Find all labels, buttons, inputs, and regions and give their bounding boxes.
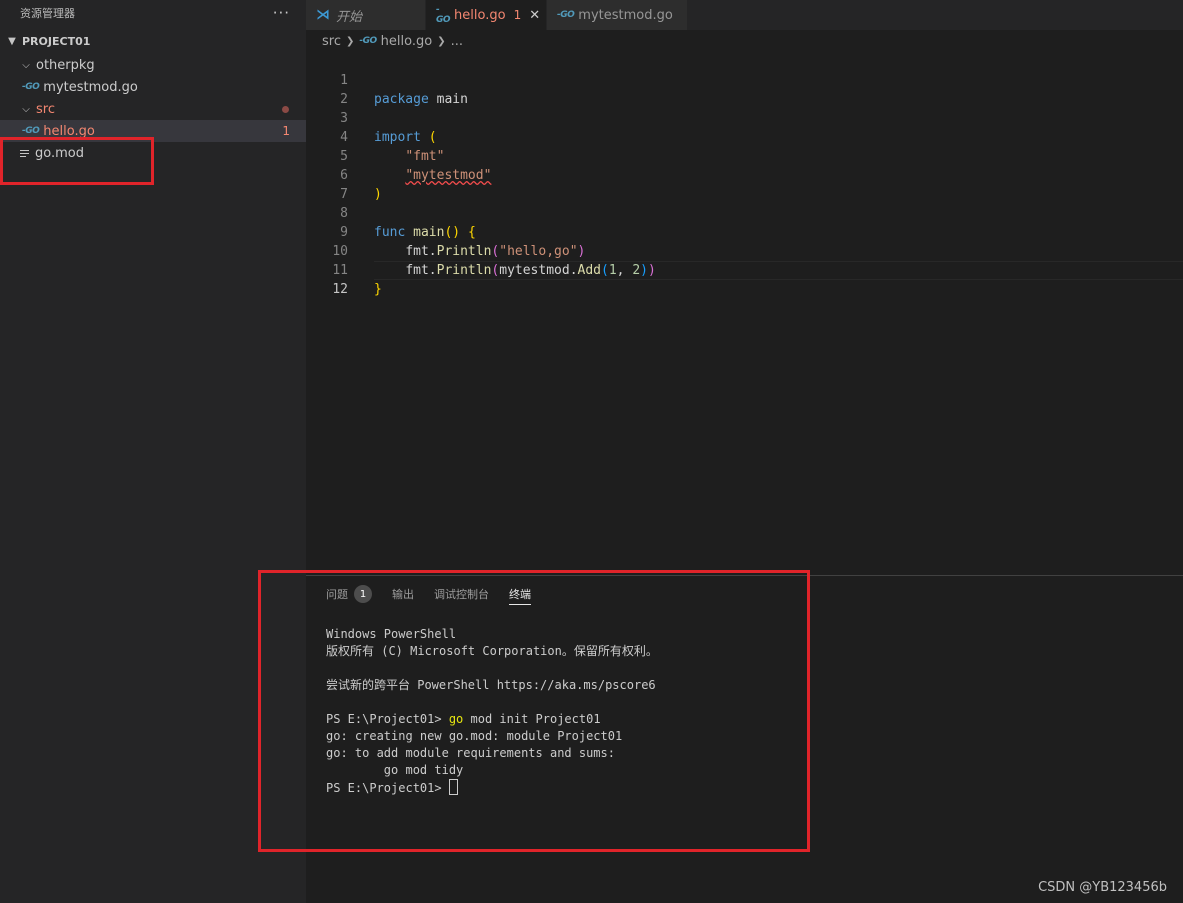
tab-label: mytestmod.go: [578, 7, 673, 23]
line-number: 12: [332, 282, 348, 297]
go-file-icon: -GO: [557, 10, 575, 20]
go-file-icon: -GO: [22, 82, 40, 92]
terminal-line: Windows PowerShell: [326, 627, 457, 641]
tree-item-label: go.mod: [35, 145, 84, 161]
more-actions-icon[interactable]: ···: [273, 4, 290, 22]
chevron-right-icon: ❯: [437, 35, 446, 47]
tab-mytestmod-go[interactable]: -GO mytestmod.go: [547, 0, 688, 30]
terminal-line: PS E:\Project01> go mod init Project01: [326, 711, 658, 728]
explorer-sidebar: 资源管理器 ··· ▼ PROJECT01 ⌵ otherpkg -GO myt…: [0, 0, 306, 903]
explorer-title: 资源管理器: [20, 7, 75, 20]
terminal-command-args: mod init Project01: [463, 712, 601, 726]
tree-item-label: mytestmod.go: [43, 79, 138, 95]
project-section-header[interactable]: ▼ PROJECT01: [0, 28, 306, 54]
panel-tab-label: 终端: [509, 588, 531, 601]
code-line: 11 }: [306, 242, 1183, 297]
chevron-down-icon: ⌵: [22, 59, 30, 71]
code-line: 1 package main: [306, 52, 1183, 107]
code-line: 5 "mytestmod": [306, 128, 1183, 183]
terminal-output[interactable]: Windows PowerShell 版权所有 (C) Microsoft Co…: [326, 626, 658, 796]
terminal-line: go mod tidy: [326, 763, 464, 777]
chevron-down-icon: ⌵: [22, 103, 30, 115]
panel-tab-label: 问题: [326, 588, 348, 601]
tree-folder-otherpkg[interactable]: ⌵ otherpkg: [0, 54, 306, 76]
problem-dot-icon: [282, 105, 289, 113]
problem-count: 1: [282, 124, 290, 138]
editor-tabs: ⋊ 开始 -GO hello.go 1 ✕ -GO mytestmod.go: [306, 0, 1183, 30]
code-line-current: 12: [306, 261, 1183, 297]
close-icon[interactable]: ✕: [529, 8, 540, 23]
project-name: PROJECT01: [22, 34, 91, 48]
code-line: 6 ): [306, 147, 1183, 202]
panel-tab-label: 输出: [392, 588, 414, 601]
terminal-line: go: to add module requirements and sums:: [326, 746, 615, 760]
go-file-icon: -GO: [22, 126, 40, 136]
terminal-command: go: [448, 712, 464, 726]
tree-folder-src[interactable]: ⌵ src: [0, 98, 306, 120]
editor-area: ⋊ 开始 -GO hello.go 1 ✕ -GO mytestmod.go s…: [306, 0, 1183, 575]
terminal-line: 尝试新的跨平台 PowerShell https://aka.ms/pscore…: [326, 678, 656, 692]
chevron-down-icon: ▼: [8, 35, 16, 47]
tab-problem-count: 1: [513, 8, 522, 22]
tab-label: hello.go: [454, 7, 506, 23]
code-line: 4 "fmt": [306, 109, 1183, 164]
terminal-line: go: creating new go.mod: module Project0…: [326, 729, 623, 743]
chevron-right-icon: ❯: [345, 35, 355, 47]
go-file-icon: -GO: [436, 5, 451, 25]
terminal-cursor: [448, 779, 458, 795]
tab-terminal[interactable]: 终端: [509, 583, 531, 605]
code-line: 10 fmt.Println(mytestmod.Add(1, 2)): [306, 223, 1183, 278]
go-file-icon: -GO: [359, 36, 377, 46]
breadcrumb-file[interactable]: hello.go: [381, 34, 433, 49]
terminal-line: PS E:\Project01>: [326, 779, 658, 796]
panel-tabs: 问题 1 输出 调试控制台 终端: [306, 576, 1183, 612]
tree-file-gomod[interactable]: go.mod: [0, 142, 306, 164]
vscode-icon: ⋊: [316, 7, 330, 23]
panel-tab-label: 调试控制台: [434, 588, 489, 601]
tree-item-label: otherpkg: [36, 57, 95, 73]
terminal-prompt: PS E:\Project01>: [326, 712, 449, 726]
tab-problems[interactable]: 问题 1: [326, 583, 372, 605]
watermark: CSDN @YB123456b: [1038, 880, 1167, 895]
breadcrumb-more[interactable]: ...: [451, 34, 463, 49]
code-line: 8 func main() {: [306, 185, 1183, 240]
terminal-line: 版权所有 (C) Microsoft Corporation。保留所有权利。: [326, 644, 658, 658]
tree-file-mytestmod[interactable]: -GO mytestmod.go: [0, 76, 306, 98]
bottom-panel: 问题 1 输出 调试控制台 终端 Windows PowerShell 版权所有…: [306, 575, 1183, 903]
code-line: 9 fmt.Println("hello,go"): [306, 204, 1183, 259]
tree-item-label: hello.go: [43, 123, 95, 139]
code-editor[interactable]: 1 package main 2 3 import ( 4 "fmt" 5 "m…: [306, 52, 1183, 297]
tree-item-label: src: [36, 101, 55, 117]
tab-hello-go[interactable]: -GO hello.go 1 ✕: [426, 0, 547, 30]
problems-badge: 1: [354, 585, 372, 603]
code-line: 7: [306, 166, 1183, 202]
code-line: 2: [306, 71, 1183, 107]
breadcrumb: src ❯ -GO hello.go ❯ ...: [306, 30, 1183, 52]
tab-label: 开始: [336, 9, 363, 25]
code-line: 3 import (: [306, 90, 1183, 145]
explorer-header: 资源管理器 ···: [0, 0, 306, 26]
breadcrumb-folder[interactable]: src: [322, 34, 341, 49]
text-file-icon: [20, 148, 29, 159]
tree-file-hello[interactable]: -GO hello.go 1: [0, 120, 306, 142]
terminal-prompt: PS E:\Project01>: [326, 781, 449, 795]
tab-output[interactable]: 输出: [392, 583, 414, 605]
tab-welcome[interactable]: ⋊ 开始: [306, 0, 426, 30]
tab-debug-console[interactable]: 调试控制台: [434, 583, 489, 605]
